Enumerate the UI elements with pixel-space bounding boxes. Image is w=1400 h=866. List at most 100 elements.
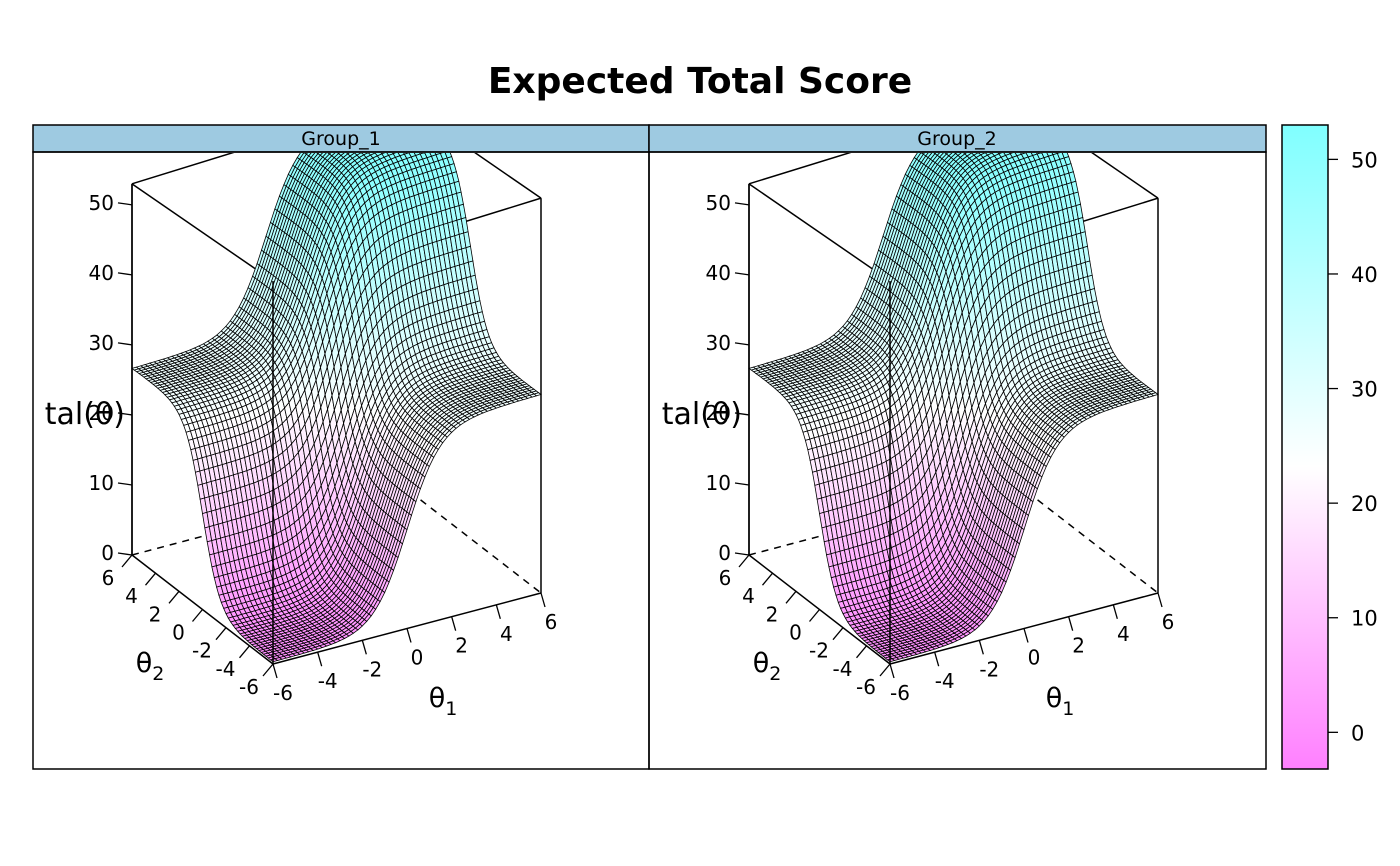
- surface-facet: [972, 114, 979, 117]
- surface-facet: [401, 109, 408, 112]
- surface-facet: [391, 103, 398, 106]
- surface-facet: [349, 119, 356, 122]
- surface-facet: [382, 110, 389, 113]
- surface-facet: [415, 120, 422, 123]
- y-tick: [215, 627, 227, 641]
- surface-facet: [367, 113, 374, 116]
- box-edge: [131, 183, 274, 282]
- x-tick-label: -2: [362, 657, 382, 681]
- surface-facet: [394, 118, 401, 121]
- surface-facet: [390, 120, 397, 123]
- surface-facet: [342, 119, 349, 122]
- surface-facet: [396, 111, 403, 114]
- y-tick-label: 6: [102, 566, 115, 590]
- surface-facet: [351, 121, 358, 124]
- surface-facet: [398, 112, 405, 115]
- surface-facet: [369, 110, 376, 113]
- x-axis-title: θ1: [429, 683, 458, 720]
- surface-facet: [385, 116, 392, 119]
- surface-facet: [380, 108, 387, 111]
- surface-facet: [378, 121, 385, 124]
- z-tick-label: 0: [101, 541, 114, 565]
- surface-facet: [365, 121, 372, 124]
- y-tick: [145, 572, 156, 586]
- surface-facet: [389, 115, 396, 118]
- y-tick-label: 4: [125, 584, 138, 608]
- surface-facet: [387, 113, 394, 116]
- surface-facet: [355, 114, 362, 117]
- surface-facet: [405, 117, 412, 120]
- surface-facet: [961, 121, 968, 125]
- z-tick: [117, 202, 133, 206]
- surface-facet: [358, 116, 365, 119]
- surface-facet: [376, 110, 383, 113]
- hidden-box-edge: [1016, 483, 1159, 594]
- surface-facet: [373, 108, 380, 111]
- z-tick-label: 30: [89, 331, 114, 355]
- surface-facet: [968, 121, 975, 124]
- surface-facet: [412, 113, 419, 116]
- surface-facet: [399, 117, 406, 120]
- surface-facet: [369, 114, 376, 117]
- surface-facet: [410, 121, 417, 124]
- surface-facet: [403, 121, 410, 124]
- figure: Expected Total Score Group_1 Group_2 -6-…: [32, 61, 1378, 770]
- surface-facet: [371, 116, 378, 119]
- x-tick-label: 6: [545, 610, 558, 634]
- x-tick: [361, 640, 367, 655]
- surface-facet: [966, 119, 973, 122]
- x-tick: [317, 651, 323, 667]
- surface-facet: [396, 101, 403, 104]
- surface-facet: [410, 116, 417, 119]
- x-tick: [406, 628, 412, 643]
- surface-facet: [360, 113, 367, 116]
- surface-facet: [392, 117, 399, 120]
- surface-facet: [396, 106, 403, 109]
- surface-facet: [362, 119, 369, 122]
- z-axis-title: tal(θ): [45, 397, 125, 432]
- y-tick: [121, 554, 133, 568]
- z-tick: [117, 552, 133, 556]
- surface-facet: [372, 121, 379, 124]
- z-tick: [117, 342, 133, 346]
- surface-facet: [419, 118, 426, 121]
- surface-facet: [407, 109, 414, 112]
- surface-facet: [403, 116, 410, 119]
- surface-facet: [382, 105, 389, 108]
- surface-facet: [403, 111, 410, 114]
- surface-facet: [412, 118, 419, 121]
- y-tick: [192, 609, 203, 622]
- surface-facet: [351, 116, 358, 119]
- surface-facet: [385, 107, 392, 110]
- surface-mesh: [131, 101, 542, 663]
- surface-facet: [374, 118, 381, 121]
- surface-facet: [401, 119, 408, 122]
- x-tick-label: 2: [455, 634, 468, 658]
- surface-facet: [371, 111, 378, 114]
- surface-facet: [376, 115, 383, 118]
- y-tick-label: -6: [239, 675, 259, 699]
- surface-facet: [394, 114, 401, 117]
- y-tick-label: -4: [216, 657, 236, 681]
- x-tick-label: -6: [273, 681, 293, 705]
- surface-facet: [970, 117, 977, 120]
- hidden-box-edge: [399, 483, 542, 594]
- surface-facet: [369, 119, 376, 122]
- surface-facet: [391, 107, 398, 110]
- y-tick: [168, 590, 180, 604]
- surface-facet: [392, 112, 399, 115]
- surface-facet: [397, 120, 404, 123]
- surface-facet: [421, 120, 428, 123]
- surface-facet: [338, 121, 345, 125]
- z-tick-label: 10: [89, 471, 114, 495]
- surface-facet: [401, 114, 408, 117]
- x-tick-label: -4: [318, 669, 338, 693]
- surface-facet: [364, 111, 371, 114]
- surface-facet: [344, 121, 351, 125]
- surface-facet: [387, 109, 394, 112]
- panel-group-2: -6 -4 -2 0 2 4 6-6-4-2024601020304050θ1θ2tal(θ…: [662, 114, 1174, 720]
- surface-facet: [398, 107, 405, 110]
- surface-facet: [383, 120, 390, 123]
- surface-facet: [378, 112, 385, 115]
- surface-facet: [405, 108, 412, 111]
